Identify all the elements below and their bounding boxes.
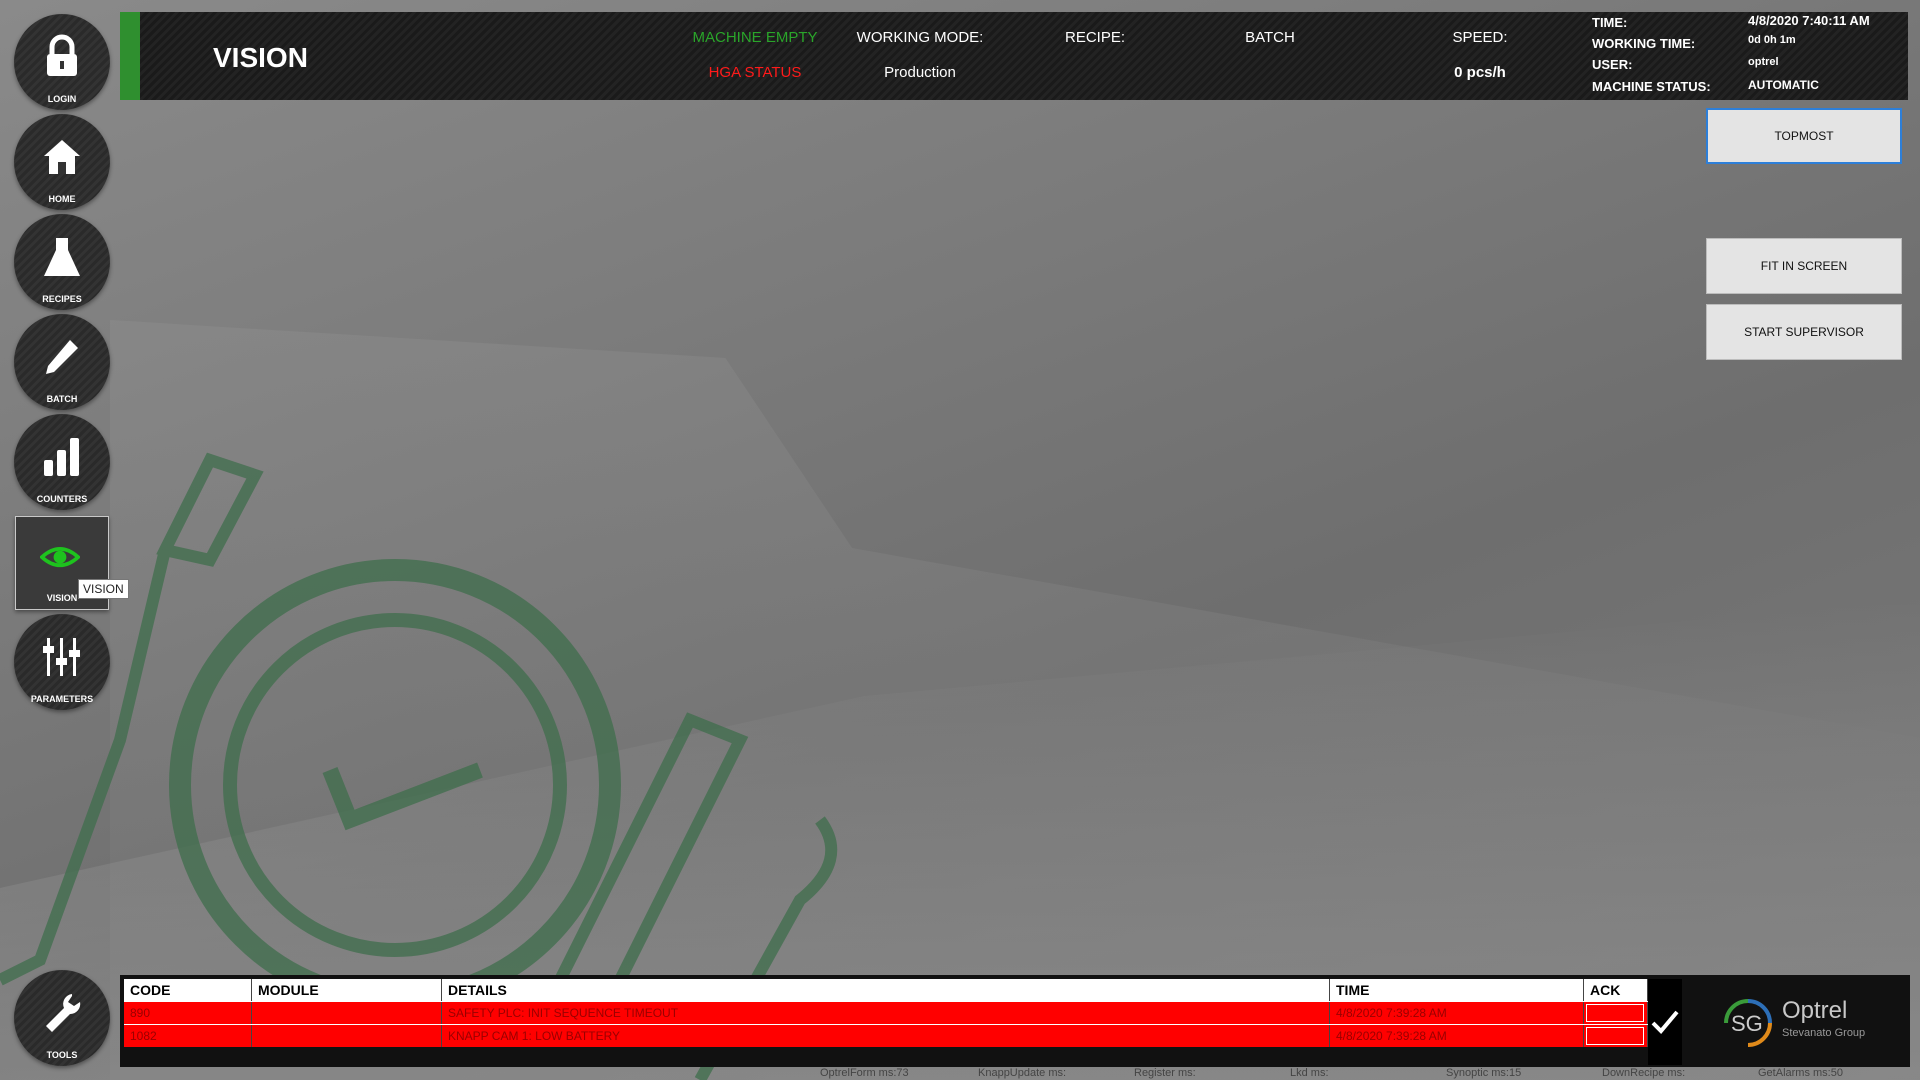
alarm-ack-cell bbox=[1584, 1025, 1648, 1047]
flask-icon bbox=[44, 238, 80, 276]
alarm-time: 4/8/2020 7:39:28 AM bbox=[1330, 1025, 1584, 1047]
acknowledge-all-button[interactable] bbox=[1648, 979, 1682, 1065]
nav-counters[interactable]: COUNTERS bbox=[14, 414, 110, 510]
checkmark-icon bbox=[1651, 1010, 1679, 1034]
working-time-value: 0d 0h 1m bbox=[1748, 34, 1796, 46]
machine-status-value: AUTOMATIC bbox=[1748, 78, 1819, 92]
lock-icon bbox=[47, 34, 77, 76]
timing-register: Register ms: bbox=[1134, 1067, 1196, 1079]
alarm-module bbox=[252, 1002, 442, 1024]
column-header-module: MODULE bbox=[252, 979, 442, 1001]
hga-status: HGA STATUS bbox=[708, 64, 802, 81]
batch-label: BATCH bbox=[1245, 29, 1295, 46]
alarm-ack-cell bbox=[1584, 1002, 1648, 1024]
alarm-table-header: CODE MODULE DETAILS TIME ACK bbox=[124, 979, 1648, 1001]
working-mode-label: WORKING MODE: bbox=[856, 29, 984, 46]
nav-label-home: HOME bbox=[48, 194, 76, 204]
table-row[interactable]: 1082 KNAPP CAM 1: LOW BATTERY 4/8/2020 7… bbox=[124, 1024, 1648, 1047]
nav-parameters[interactable]: PARAMETERS bbox=[14, 614, 110, 710]
nav-label-login: LOGIN bbox=[47, 94, 77, 104]
time-value: 4/8/2020 7:40:11 AM bbox=[1748, 13, 1870, 28]
page-title: VISION bbox=[213, 42, 308, 73]
nav-label-tools: TOOLS bbox=[46, 1050, 78, 1060]
nav-tools[interactable]: TOOLS bbox=[14, 970, 110, 1066]
column-header-code: CODE bbox=[124, 979, 252, 1001]
timing-optrelform: OptrelForm ms:73 bbox=[820, 1067, 909, 1079]
ack-checkbox[interactable] bbox=[1586, 1027, 1644, 1045]
top-status-bar: VISION MACHINE EMPTY HGA STATUS WORKING … bbox=[120, 12, 1908, 100]
timing-status-bar: OptrelForm ms:73 KnappUpdate ms: Registe… bbox=[0, 1067, 1920, 1080]
machine-status-label: MACHINE STATUS: bbox=[1592, 79, 1711, 94]
alarm-code: 1082 bbox=[124, 1025, 252, 1047]
time-label: TIME: bbox=[1592, 15, 1628, 30]
logo-brand: Optrel bbox=[1782, 997, 1848, 1024]
nav-home[interactable]: HOME bbox=[14, 114, 110, 210]
alarm-table: CODE MODULE DETAILS TIME ACK 890 SAFETY … bbox=[124, 979, 1648, 1047]
column-header-ack: ACK bbox=[1584, 979, 1648, 1001]
alarm-time: 4/8/2020 7:39:28 AM bbox=[1330, 1002, 1584, 1024]
ack-checkbox[interactable] bbox=[1586, 1004, 1644, 1022]
speed-label: SPEED: bbox=[1452, 29, 1508, 46]
nav-batch[interactable]: BATCH bbox=[14, 314, 110, 410]
working-time-label: WORKING TIME: bbox=[1592, 36, 1696, 51]
home-icon bbox=[44, 140, 80, 174]
logo-mark-icon: SG bbox=[1724, 999, 1772, 1047]
alarm-details: SAFETY PLC: INIT SEQUENCE TIMEOUT bbox=[442, 1002, 1330, 1024]
user-label: USER: bbox=[1592, 57, 1633, 72]
alarm-code: 890 bbox=[124, 1002, 252, 1024]
nav-login[interactable]: LOGIN bbox=[14, 14, 110, 110]
speed-value: 0 pcs/h bbox=[1454, 64, 1506, 81]
timing-knappupdate: KnappUpdate ms: bbox=[978, 1067, 1067, 1079]
nav-label-counters: COUNTERS bbox=[36, 494, 88, 504]
working-mode-value: Production bbox=[884, 64, 956, 81]
column-header-time: TIME bbox=[1330, 979, 1584, 1001]
company-logo: SG Optrel Stevanato Group bbox=[1718, 987, 1908, 1057]
nav-label-parameters: PARAMETERS bbox=[30, 694, 94, 704]
bar-chart-icon bbox=[44, 438, 79, 476]
logo-mark-text: SG bbox=[1731, 1011, 1763, 1036]
nav-label-batch: BATCH bbox=[46, 394, 78, 404]
wrench-icon bbox=[46, 994, 81, 1032]
user-value: optrel bbox=[1748, 56, 1779, 68]
topmost-button[interactable]: TOPMOST bbox=[1706, 108, 1902, 164]
timing-synoptic: Synoptic ms:15 bbox=[1446, 1067, 1522, 1079]
alarm-panel: CODE MODULE DETAILS TIME ACK 890 SAFETY … bbox=[120, 975, 1910, 1067]
table-row[interactable]: 890 SAFETY PLC: INIT SEQUENCE TIMEOUT 4/… bbox=[124, 1001, 1648, 1024]
fit-in-screen-button[interactable]: FIT IN SCREEN bbox=[1706, 238, 1902, 294]
alarm-details: KNAPP CAM 1: LOW BATTERY bbox=[442, 1025, 1330, 1047]
eye-icon bbox=[40, 547, 80, 568]
timing-lkd: Lkd ms: bbox=[1290, 1067, 1329, 1079]
tooltip: VISION bbox=[78, 579, 129, 599]
timing-getalarms: GetAlarms ms:50 bbox=[1758, 1067, 1843, 1079]
recipe-label: RECIPE: bbox=[1064, 29, 1125, 46]
machine-empty-status: MACHINE EMPTY bbox=[692, 29, 818, 46]
column-header-details: DETAILS bbox=[442, 979, 1330, 1001]
start-supervisor-button[interactable]: START SUPERVISOR bbox=[1706, 304, 1902, 360]
pencil-icon bbox=[46, 340, 78, 374]
timing-downrecipe: DownRecipe ms: bbox=[1602, 1067, 1686, 1079]
logo-subtitle: Stevanato Group bbox=[1782, 1027, 1866, 1039]
nav-label-recipes: RECIPES bbox=[42, 294, 82, 304]
sliders-icon bbox=[43, 638, 80, 676]
nav-recipes[interactable]: RECIPES bbox=[14, 214, 110, 310]
status-indicator-bar bbox=[120, 12, 140, 100]
alarm-module bbox=[252, 1025, 442, 1047]
